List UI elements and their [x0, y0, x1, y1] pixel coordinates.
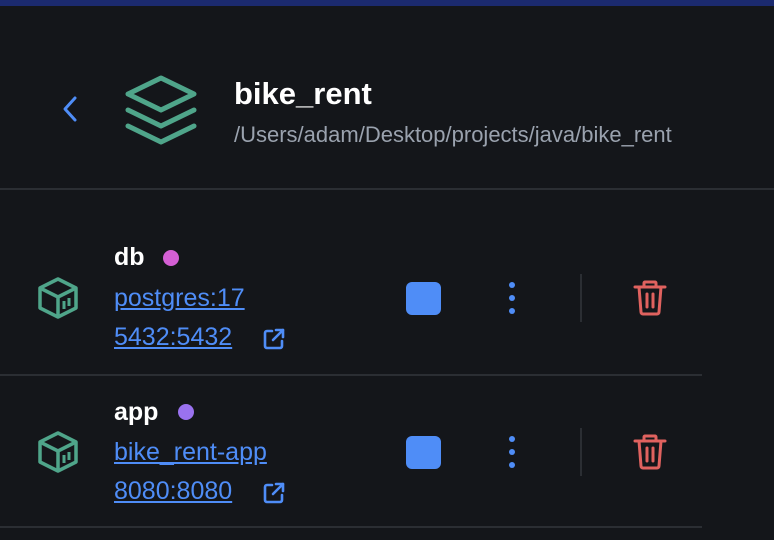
menu-dot	[509, 295, 515, 301]
menu-dot	[509, 308, 515, 314]
service-image-link[interactable]: bike_rent-app	[114, 437, 267, 467]
menu-dot	[509, 462, 515, 468]
chevron-left-icon	[63, 96, 77, 122]
menu-dot	[509, 436, 515, 442]
layers-stack-icon	[125, 75, 197, 145]
kebab-menu-icon[interactable]	[500, 432, 524, 472]
back-button[interactable]	[56, 94, 84, 124]
service-ports-link[interactable]: 8080:8080	[114, 476, 232, 506]
stop-square-icon[interactable]	[406, 282, 441, 315]
trash-icon[interactable]	[630, 432, 670, 472]
service-name: app	[114, 398, 159, 426]
service-ports-link[interactable]: 5432:5432	[114, 322, 232, 352]
kebab-menu-icon[interactable]	[500, 278, 524, 318]
trash-icon[interactable]	[630, 278, 670, 318]
project-path: /Users/adam/Desktop/projects/java/bike_r…	[234, 122, 672, 147]
project-header: bike_rent /Users/adam/Desktop/projects/j…	[0, 6, 774, 188]
service-row-app: app bike_rent-app 8080:8080	[0, 376, 702, 528]
menu-dot	[509, 282, 515, 288]
external-link-icon[interactable]	[261, 480, 287, 506]
status-dot	[163, 250, 179, 266]
row-divider	[0, 526, 702, 528]
service-name: db	[114, 243, 145, 271]
stop-square-icon[interactable]	[406, 436, 441, 469]
container-box-icon	[38, 431, 78, 473]
service-row-db: db postgres:17 5432:5432	[0, 224, 702, 376]
project-title: bike_rent	[234, 76, 372, 111]
service-image-link[interactable]: postgres:17	[114, 283, 245, 313]
actions-separator	[580, 274, 582, 322]
status-dot	[178, 404, 194, 420]
menu-dot	[509, 449, 515, 455]
header-divider	[0, 188, 774, 190]
container-box-icon	[38, 277, 78, 319]
actions-separator	[580, 428, 582, 476]
external-link-icon[interactable]	[261, 326, 287, 352]
